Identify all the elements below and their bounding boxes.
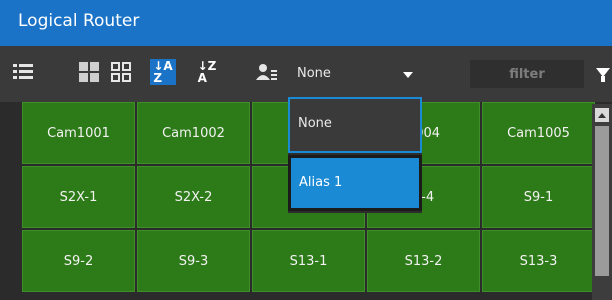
filter-icon-stem (601, 76, 605, 82)
grid-cell[interactable]: S9-2 (22, 230, 135, 292)
scroll-up-icon[interactable] (595, 108, 609, 122)
grid-cell[interactable]: Cam1002 (137, 102, 250, 164)
filter-input[interactable] (470, 60, 584, 88)
grid-cell[interactable]: S13-2 (367, 230, 480, 292)
grid-cell[interactable]: S13-3 (482, 230, 595, 292)
chevron-down-icon (403, 72, 413, 78)
grid-cell[interactable]: Cam1005 (482, 102, 595, 164)
grid-cell[interactable]: S9-1 (482, 166, 595, 228)
scrollbar-thumb[interactable] (595, 126, 609, 276)
alias-select-value: None (297, 66, 331, 81)
grid-cell[interactable]: S13-1 (252, 230, 365, 292)
sort-ascending-icon[interactable]: ↓A Z (150, 59, 176, 85)
grid-cell[interactable]: S2X-1 (22, 166, 135, 228)
grid-cell[interactable]: Cam1001 (22, 102, 135, 164)
filter-field[interactable] (470, 60, 584, 88)
dropdown-option-alias-1[interactable]: Alias 1 (288, 155, 422, 211)
toolbar: ↓A Z ↓Z A None (0, 46, 612, 102)
tile-large-icon[interactable] (76, 59, 102, 85)
grid-cell[interactable]: S9-3 (137, 230, 250, 292)
alias-select[interactable]: None (287, 60, 421, 88)
alias-dropdown-menu: None Alias 1 (288, 97, 422, 213)
grid-cell[interactable]: S2X-2 (137, 166, 250, 228)
window-title: Logical Router (18, 11, 140, 31)
tile-small-icon[interactable] (108, 59, 134, 85)
list-view-icon[interactable] (10, 59, 36, 85)
alias-icon[interactable] (254, 59, 280, 85)
title-bar: Logical Router (0, 0, 612, 46)
dropdown-option-none[interactable]: None (288, 97, 422, 153)
sort-descending-icon[interactable]: ↓Z A (194, 59, 220, 85)
